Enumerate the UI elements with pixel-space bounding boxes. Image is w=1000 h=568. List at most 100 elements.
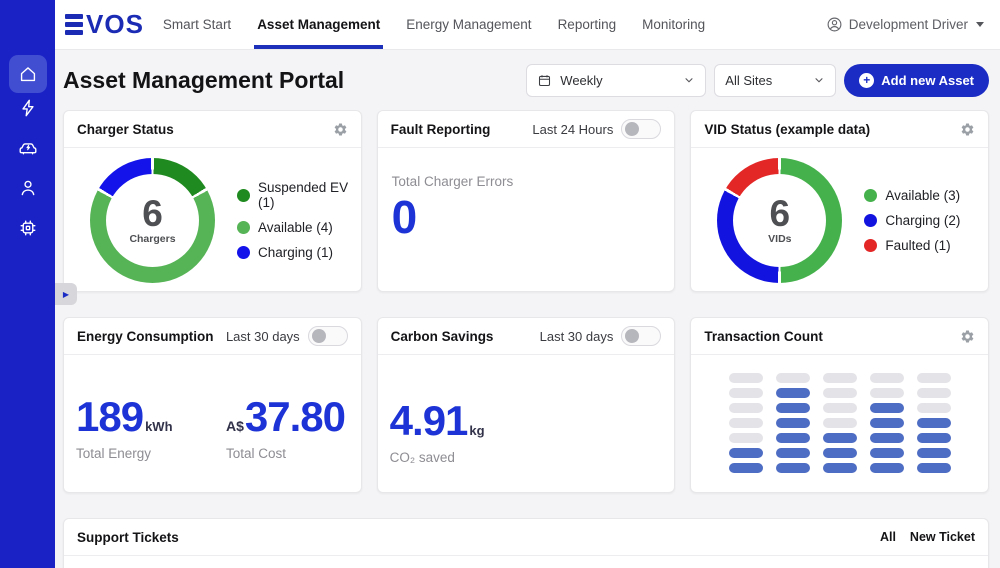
transaction-pill [870,403,904,413]
transaction-pill [823,373,857,383]
transaction-count-title: Transaction Count [704,329,823,344]
vid-status-donut-chart: 6 VIDs [717,158,842,283]
transaction-pill [870,418,904,428]
transaction-pill [823,418,857,428]
total-energy-metric: 189kWh Total Energy [76,395,226,461]
total-cost-label: Total Cost [226,446,362,461]
vid-status-legend: Available (3) Charging (2) Faulted (1) [864,188,960,253]
last-24-hours-toggle[interactable] [621,119,661,139]
vid-total-label: VIDs [768,233,791,245]
user-icon [17,177,39,199]
transaction-pill [776,463,810,473]
site-select[interactable]: All Sites [714,64,836,97]
transaction-pill [776,403,810,413]
nav-monitoring[interactable]: Monitoring [639,0,708,49]
chevron-down-icon [683,74,695,86]
chevron-right-icon: ▶ [63,290,69,299]
sidebar-item-ev[interactable] [17,137,39,159]
main-nav: Smart Start Asset Management Energy Mana… [160,0,708,49]
chevron-down-icon [813,74,825,86]
vid-total: 6 [770,195,791,232]
gear-icon[interactable] [960,329,975,344]
transaction-pill [870,433,904,443]
transaction-pill [823,388,857,398]
transaction-pill [776,373,810,383]
transaction-pill [776,388,810,398]
gear-icon[interactable] [960,122,975,137]
sidebar-item-devices[interactable] [17,217,39,239]
total-cost-metric: A$37.80 Total Cost [226,395,362,461]
transaction-pill [870,373,904,383]
period-select-value: Weekly [560,73,602,88]
charger-status-legend: Suspended EV (1) Available (4) Charging … [237,180,361,260]
carbon-unit: kg [469,423,484,438]
transaction-pill [776,433,810,443]
last-30-days-toggle[interactable] [308,326,348,346]
evos-logo[interactable]: VOS [65,9,144,40]
nav-reporting[interactable]: Reporting [555,0,620,49]
charger-total-label: Chargers [129,233,175,245]
sidebar-item-users[interactable] [17,177,39,199]
support-filter-all[interactable]: All [880,530,896,544]
total-cost-value: 37.80 [245,393,345,440]
legend-item: Available (3) [864,188,960,203]
transaction-pill [870,448,904,458]
nav-smart-start[interactable]: Smart Start [160,0,234,49]
transaction-pill [729,463,763,473]
caret-down-icon [976,22,984,27]
legend-item: Suspended EV (1) [237,180,361,210]
sidebar-expand-handle[interactable]: ▶ [55,283,77,305]
nav-asset-management[interactable]: Asset Management [254,0,383,49]
topbar: VOS Smart Start Asset Management Energy … [55,0,1000,50]
sidebar-item-energy[interactable] [17,97,39,119]
transaction-pill [917,388,951,398]
transaction-count-card: Transaction Count [690,317,989,493]
toggle-knob [312,329,326,343]
legend-item: Charging (1) [237,245,361,260]
legend-item: Available (4) [237,220,361,235]
transaction-pill [917,418,951,428]
transaction-pill [729,373,763,383]
fault-metric-label: Total Charger Errors [392,174,661,189]
legend-dot [237,189,250,202]
legend-dot [864,189,877,202]
add-new-asset-button[interactable]: + Add new Asset [844,64,989,97]
transaction-pill [917,448,951,458]
vid-status-card: VID Status (example data) 6 VIDs Availab… [690,110,989,292]
home-icon [17,63,39,85]
sidebar-item-home[interactable] [9,55,47,93]
lightning-bolt-icon [17,97,39,119]
currency-prefix: A$ [226,418,244,434]
fault-toggle-label: Last 24 Hours [532,122,613,137]
new-ticket-button[interactable]: New Ticket [910,530,975,544]
gear-icon[interactable] [333,122,348,137]
last-30-days-toggle[interactable] [621,326,661,346]
carbon-savings-card: Carbon Savings Last 30 days 4.91kg CO₂ s… [377,317,676,493]
total-energy-unit: kWh [145,419,172,434]
page-header: Asset Management Portal Weekly All Sites… [63,50,989,110]
carbon-savings-title: Carbon Savings [391,329,494,344]
toggle-knob [625,329,639,343]
transaction-pill [823,448,857,458]
user-menu[interactable]: Development Driver [826,16,984,33]
transaction-pill [729,403,763,413]
main-content: Asset Management Portal Weekly All Sites… [55,50,1000,568]
legend-item: Faulted (1) [864,238,960,253]
site-select-value: All Sites [725,73,772,88]
total-energy-label: Total Energy [76,446,226,461]
transaction-pill [917,403,951,413]
logo-text: VOS [86,9,144,40]
add-new-asset-label: Add new Asset [881,73,974,88]
page-title: Asset Management Portal [63,67,344,94]
total-energy-value: 189 [76,393,143,440]
transaction-pill [917,433,951,443]
transaction-pill [729,388,763,398]
nav-energy-management[interactable]: Energy Management [403,0,534,49]
carbon-toggle-label: Last 30 days [540,329,614,344]
transaction-pill [870,463,904,473]
transaction-pill [823,433,857,443]
carbon-value: 4.91 [390,397,468,444]
period-select[interactable]: Weekly [526,64,706,97]
transaction-count-chart [691,373,988,473]
transaction-pill [776,418,810,428]
